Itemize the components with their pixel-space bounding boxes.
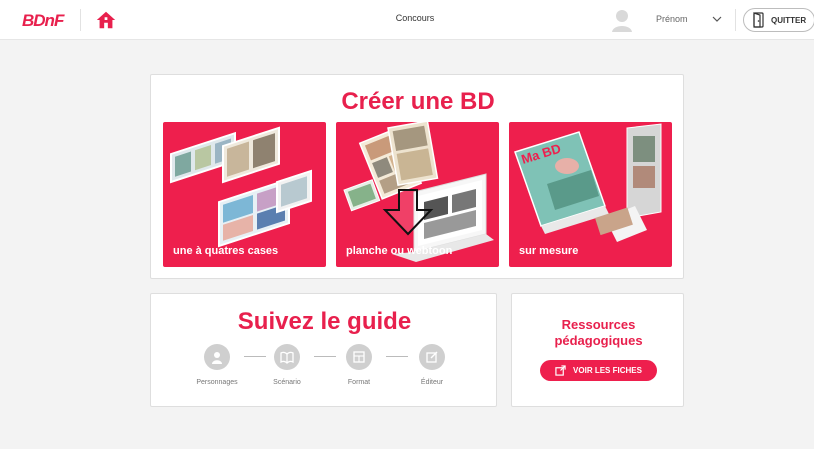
character-icon [212,352,222,364]
tile-label: sur mesure [519,245,579,257]
step-scenario[interactable]: Scénario [257,344,317,386]
chevron-down-icon[interactable] [712,15,722,23]
top-bar: BDnF Concours Prénom QUITTER [0,0,814,40]
tile-label: planche ou webtoon [346,245,453,257]
edit-icon [426,351,438,363]
quit-button[interactable]: QUITTER [743,8,814,32]
divider [735,9,736,31]
user-name[interactable]: Prénom [656,14,688,24]
view-sheets-button[interactable]: VOIR LES FICHES [540,360,657,381]
external-link-icon [555,365,566,376]
tile-one-to-four-panels[interactable]: une à quatres cases [163,122,326,267]
view-sheets-label: VOIR LES FICHES [573,366,642,375]
resources-title: Ressources pédagogiques [512,317,685,349]
avatar[interactable] [609,7,635,33]
guide-title: Suivez le guide [237,308,412,335]
tile-label: une à quatres cases [173,245,279,257]
divider [80,9,81,31]
book-icon [280,351,294,364]
format-icon [353,351,365,363]
step-editeur[interactable]: Éditeur [402,344,462,386]
down-arrow-pointer-icon [382,189,434,236]
exit-door-icon [753,12,764,28]
resources-card: Ressources pédagogiques VOIR LES FICHES [511,293,684,407]
resources-title-line1: Ressources [561,317,636,332]
home-icon[interactable] [95,9,117,31]
step-personnages[interactable]: Personnages [187,344,247,386]
step-label: Scénario [273,379,301,386]
create-bd-card: Créer une BD une à quatres cases planche… [150,74,684,279]
resources-title-line2: pédagogiques [554,333,643,348]
quit-label: QUITTER [771,15,807,25]
step-format[interactable]: Format [329,344,389,386]
step-label: Éditeur [420,379,444,386]
guide-card: Suivez le guide Personnages Scénario For… [150,293,497,407]
step-label: Personnages [196,379,238,386]
step-label: Format [347,379,371,386]
create-title: Créer une BD [341,88,495,115]
bdnf-logo[interactable]: BDnF [22,11,64,31]
nav-concours[interactable]: Concours [380,13,450,23]
tile-custom[interactable]: Ma BD sur mesure [509,122,672,267]
